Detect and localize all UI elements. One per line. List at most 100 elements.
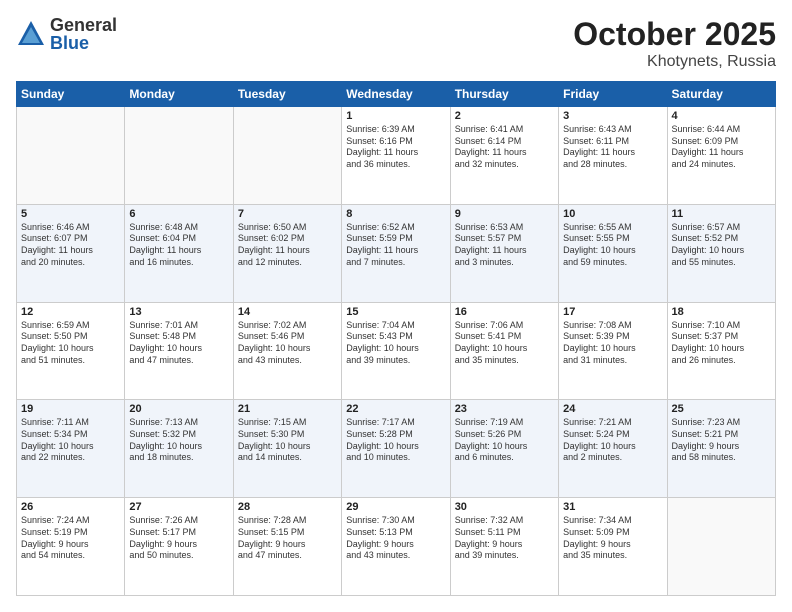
cell-text: Sunrise: 6:57 AM Sunset: 5:52 PM Dayligh… bbox=[672, 222, 771, 269]
cell-text: Sunrise: 6:59 AM Sunset: 5:50 PM Dayligh… bbox=[21, 320, 120, 367]
calendar-cell: 21 Sunrise: 7:15 AM Sunset: 5:30 PM Dayli… bbox=[233, 400, 341, 498]
day-number: 4 bbox=[672, 110, 771, 122]
day-number: 2 bbox=[455, 110, 554, 122]
day-number: 16 bbox=[455, 306, 554, 318]
day-number: 5 bbox=[21, 208, 120, 220]
calendar-cell: 16 Sunrise: 7:06 AM Sunset: 5:41 PM Dayli… bbox=[450, 302, 558, 400]
calendar-cell: 19Sunrise: 7:11 AM Sunset: 5:34 PM Dayli… bbox=[17, 400, 125, 498]
day-number: 1 bbox=[346, 110, 445, 122]
day-number: 6 bbox=[129, 208, 228, 220]
calendar-cell: 9Sunrise: 6:53 AM Sunset: 5:57 PM Daylig… bbox=[450, 204, 558, 302]
weekday-header-wednesday: Wednesday bbox=[342, 82, 450, 107]
logo-blue-text: Blue bbox=[50, 34, 117, 52]
calendar-cell: 2 Sunrise: 6:41 AM Sunset: 6:14 PM Daylig… bbox=[450, 107, 558, 205]
calendar-cell: 14Sunrise: 7:02 AM Sunset: 5:46 PM Dayli… bbox=[233, 302, 341, 400]
cell-text: Sunrise: 7:17 AM Sunset: 5:28 PM Dayligh… bbox=[346, 417, 445, 464]
day-number: 25 bbox=[672, 403, 771, 415]
calendar-cell: 3 Sunrise: 6:43 AM Sunset: 6:11 PM Daylig… bbox=[559, 107, 667, 205]
weekday-header-thursday: Thursday bbox=[450, 82, 558, 107]
day-number: 17 bbox=[563, 306, 662, 318]
cell-text: Sunrise: 7:10 AM Sunset: 5:37 PM Dayligh… bbox=[672, 320, 771, 367]
calendar-cell: 24Sunrise: 7:21 AM Sunset: 5:24 PM Dayli… bbox=[559, 400, 667, 498]
weekday-header-friday: Friday bbox=[559, 82, 667, 107]
cell-text: Sunrise: 6:43 AM Sunset: 6:11 PM Dayligh… bbox=[563, 124, 662, 171]
cell-text: Sunrise: 7:28 AM Sunset: 5:15 PM Dayligh… bbox=[238, 515, 337, 562]
day-number: 27 bbox=[129, 501, 228, 513]
cell-text: Sunrise: 7:08 AM Sunset: 5:39 PM Dayligh… bbox=[563, 320, 662, 367]
page: General Blue October 2025 Khotynets, Rus… bbox=[0, 0, 792, 612]
day-number: 28 bbox=[238, 501, 337, 513]
cell-text: Sunrise: 7:13 AM Sunset: 5:32 PM Dayligh… bbox=[129, 417, 228, 464]
day-number: 30 bbox=[455, 501, 554, 513]
cell-text: Sunrise: 7:23 AM Sunset: 5:21 PM Dayligh… bbox=[672, 417, 771, 464]
calendar-cell: 29 Sunrise: 7:30 AM Sunset: 5:13 PM Dayli… bbox=[342, 498, 450, 596]
calendar-week-row: 12 Sunrise: 6:59 AM Sunset: 5:50 PM Dayli… bbox=[17, 302, 776, 400]
calendar-cell: 12 Sunrise: 6:59 AM Sunset: 5:50 PM Dayli… bbox=[17, 302, 125, 400]
calendar-cell: 28 Sunrise: 7:28 AM Sunset: 5:15 PM Dayli… bbox=[233, 498, 341, 596]
calendar-week-row: 26 Sunrise: 7:24 AM Sunset: 5:19 PM Dayli… bbox=[17, 498, 776, 596]
day-number: 3 bbox=[563, 110, 662, 122]
location: Khotynets, Russia bbox=[573, 53, 776, 71]
header: General Blue October 2025 Khotynets, Rus… bbox=[16, 16, 776, 71]
calendar-cell: 13Sunrise: 7:01 AM Sunset: 5:48 PM Dayli… bbox=[125, 302, 233, 400]
day-number: 29 bbox=[346, 501, 445, 513]
calendar-cell: 10Sunrise: 6:55 AM Sunset: 5:55 PM Dayli… bbox=[559, 204, 667, 302]
weekday-header-tuesday: Tuesday bbox=[233, 82, 341, 107]
day-number: 13 bbox=[129, 306, 228, 318]
cell-text: Sunrise: 6:39 AM Sunset: 6:16 PM Dayligh… bbox=[346, 124, 445, 171]
cell-text: Sunrise: 6:48 AM Sunset: 6:04 PM Dayligh… bbox=[129, 222, 228, 269]
cell-text: Sunrise: 7:24 AM Sunset: 5:19 PM Dayligh… bbox=[21, 515, 120, 562]
weekday-header-monday: Monday bbox=[125, 82, 233, 107]
calendar-week-row: 5 Sunrise: 6:46 AM Sunset: 6:07 PM Daylig… bbox=[17, 204, 776, 302]
calendar-week-row: 1 Sunrise: 6:39 AM Sunset: 6:16 PM Daylig… bbox=[17, 107, 776, 205]
cell-text: Sunrise: 7:15 AM Sunset: 5:30 PM Dayligh… bbox=[238, 417, 337, 464]
cell-text: Sunrise: 7:11 AM Sunset: 5:34 PM Dayligh… bbox=[21, 417, 120, 464]
cell-text: Sunrise: 7:30 AM Sunset: 5:13 PM Dayligh… bbox=[346, 515, 445, 562]
calendar-cell: 23 Sunrise: 7:19 AM Sunset: 5:26 PM Dayli… bbox=[450, 400, 558, 498]
calendar-cell: 30 Sunrise: 7:32 AM Sunset: 5:11 PM Dayli… bbox=[450, 498, 558, 596]
cell-text: Sunrise: 7:21 AM Sunset: 5:24 PM Dayligh… bbox=[563, 417, 662, 464]
month-title: October 2025 bbox=[573, 16, 776, 53]
day-number: 12 bbox=[21, 306, 120, 318]
day-number: 21 bbox=[238, 403, 337, 415]
calendar-table: SundayMondayTuesdayWednesdayThursdayFrid… bbox=[16, 81, 776, 596]
weekday-header-sunday: Sunday bbox=[17, 82, 125, 107]
day-number: 20 bbox=[129, 403, 228, 415]
logo-icon bbox=[16, 19, 46, 49]
day-number: 8 bbox=[346, 208, 445, 220]
day-number: 18 bbox=[672, 306, 771, 318]
calendar-cell: 27 Sunrise: 7:26 AM Sunset: 5:17 PM Dayli… bbox=[125, 498, 233, 596]
weekday-header-saturday: Saturday bbox=[667, 82, 775, 107]
title-block: October 2025 Khotynets, Russia bbox=[573, 16, 776, 71]
cell-text: Sunrise: 7:04 AM Sunset: 5:43 PM Dayligh… bbox=[346, 320, 445, 367]
cell-text: Sunrise: 7:06 AM Sunset: 5:41 PM Dayligh… bbox=[455, 320, 554, 367]
day-number: 15 bbox=[346, 306, 445, 318]
day-number: 11 bbox=[672, 208, 771, 220]
calendar-cell: 6 Sunrise: 6:48 AM Sunset: 6:04 PM Daylig… bbox=[125, 204, 233, 302]
cell-text: Sunrise: 6:46 AM Sunset: 6:07 PM Dayligh… bbox=[21, 222, 120, 269]
logo-text: General Blue bbox=[50, 16, 117, 52]
calendar-cell bbox=[233, 107, 341, 205]
day-number: 7 bbox=[238, 208, 337, 220]
cell-text: Sunrise: 6:41 AM Sunset: 6:14 PM Dayligh… bbox=[455, 124, 554, 171]
calendar-cell: 26 Sunrise: 7:24 AM Sunset: 5:19 PM Dayli… bbox=[17, 498, 125, 596]
calendar-cell: 7Sunrise: 6:50 AM Sunset: 6:02 PM Daylig… bbox=[233, 204, 341, 302]
cell-text: Sunrise: 7:32 AM Sunset: 5:11 PM Dayligh… bbox=[455, 515, 554, 562]
cell-text: Sunrise: 7:02 AM Sunset: 5:46 PM Dayligh… bbox=[238, 320, 337, 367]
calendar-cell: 18 Sunrise: 7:10 AM Sunset: 5:37 PM Dayli… bbox=[667, 302, 775, 400]
calendar-cell: 31Sunrise: 7:34 AM Sunset: 5:09 PM Dayli… bbox=[559, 498, 667, 596]
cell-text: Sunrise: 6:53 AM Sunset: 5:57 PM Dayligh… bbox=[455, 222, 554, 269]
calendar-cell bbox=[17, 107, 125, 205]
calendar-cell: 15 Sunrise: 7:04 AM Sunset: 5:43 PM Dayli… bbox=[342, 302, 450, 400]
calendar-cell bbox=[667, 498, 775, 596]
day-number: 26 bbox=[21, 501, 120, 513]
cell-text: Sunrise: 7:19 AM Sunset: 5:26 PM Dayligh… bbox=[455, 417, 554, 464]
calendar-cell: 4 Sunrise: 6:44 AM Sunset: 6:09 PM Daylig… bbox=[667, 107, 775, 205]
cell-text: Sunrise: 7:34 AM Sunset: 5:09 PM Dayligh… bbox=[563, 515, 662, 562]
day-number: 23 bbox=[455, 403, 554, 415]
cell-text: Sunrise: 6:44 AM Sunset: 6:09 PM Dayligh… bbox=[672, 124, 771, 171]
calendar-cell: 17 Sunrise: 7:08 AM Sunset: 5:39 PM Dayli… bbox=[559, 302, 667, 400]
cell-text: Sunrise: 7:26 AM Sunset: 5:17 PM Dayligh… bbox=[129, 515, 228, 562]
logo-general-text: General bbox=[50, 16, 117, 34]
day-number: 22 bbox=[346, 403, 445, 415]
